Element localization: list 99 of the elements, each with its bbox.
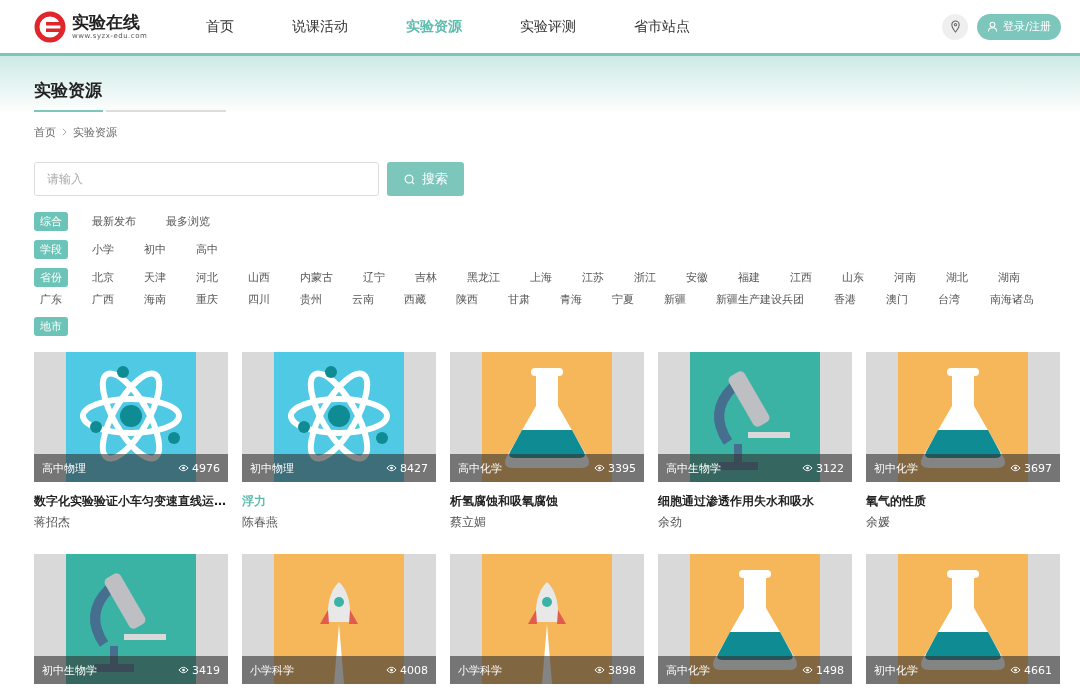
filter-option[interactable]: 福建 [732,269,766,286]
search-field[interactable]: 请输入 [34,162,379,196]
view-count: 3898 [608,663,636,677]
subject-label: 高中生物学 [666,460,721,476]
breadcrumb-link[interactable]: 实验资源 [73,124,117,140]
filter-option[interactable]: 西藏 [398,291,432,308]
nav-link[interactable]: 首页 [206,17,234,36]
nav-link[interactable]: 省市站点 [634,17,690,36]
subject-label: 小学科学 [458,662,502,678]
subject-label: 高中化学 [666,662,710,678]
filter-option[interactable]: 江苏 [576,269,610,286]
eye-icon [802,666,813,674]
subject-label: 初中化学 [874,460,918,476]
eye-icon [1010,666,1021,674]
author-name: 陈春燕 [242,514,279,531]
filter-option[interactable]: 台湾 [932,291,966,308]
filter-option[interactable]: 湖北 [940,269,974,286]
logo-icon [34,10,66,43]
filter-option[interactable]: 海南 [138,291,172,308]
eye-icon [178,464,189,472]
filter-option[interactable]: 安徽 [680,269,714,286]
filter-option[interactable]: 最多浏览 [160,213,216,230]
subject-label: 初中物理 [250,460,294,476]
eye-icon [386,464,397,472]
view-count: 4661 [1024,663,1052,677]
filter-option[interactable]: 山西 [242,269,276,286]
subject-label: 小学科学 [250,662,294,678]
location-button[interactable] [942,13,969,40]
view-count: 3395 [608,461,636,475]
filter-option[interactable]: 重庆 [190,291,224,308]
filter-option[interactable]: 新疆生产建设兵团 [710,291,810,308]
filter-option[interactable]: 广东 [34,291,68,308]
filter-label: 综合 [34,212,68,231]
filter-option[interactable]: 北京 [86,269,120,286]
eye-icon [386,666,397,674]
nav-link[interactable]: 说课活动 [292,17,348,36]
filter-option[interactable]: 湖南 [992,269,1026,286]
eye-icon [802,464,813,472]
card-title[interactable]: 氧气的性质 [866,493,1060,510]
filter-label: 学段 [34,240,68,259]
view-count: 1498 [816,663,844,677]
subject-label: 初中化学 [874,662,918,678]
filter-option[interactable]: 新疆 [658,291,692,308]
site-name: 实验在线 [72,13,141,31]
author-name: 蔡立媚 [450,514,487,531]
subject-label: 初中生物学 [42,662,97,678]
filter-label: 省份 [34,268,68,287]
filter-option[interactable]: 河南 [888,269,922,286]
filter-option[interactable]: 黑龙江 [461,269,506,286]
filter-option[interactable]: 贵州 [294,291,328,308]
filter-option[interactable]: 香港 [828,291,862,308]
filter-option[interactable]: 云南 [346,291,380,308]
filter-option[interactable]: 青海 [554,291,588,308]
page-title: 实验资源 [34,79,103,102]
filter-option[interactable]: 上海 [524,269,558,286]
view-count: 3122 [816,461,844,475]
author-name: 余媛 [866,514,891,531]
search-icon [403,173,415,185]
eye-icon [1010,464,1021,472]
filter-option[interactable]: 吉林 [409,269,443,286]
filter-option[interactable]: 小学 [86,241,120,258]
filter-option[interactable]: 澳门 [880,291,914,308]
chevron-icon [62,128,67,136]
view-count: 3419 [192,663,220,677]
filter-label: 地市 [34,317,68,336]
filter-option[interactable]: 江西 [784,269,818,286]
nav-link[interactable]: 实验评测 [520,17,576,36]
author-name: 蒋招杰 [34,514,71,531]
filter-option[interactable]: 初中 [138,241,172,258]
subject-label: 高中物理 [42,460,86,476]
location-pin-icon [949,20,961,33]
filter-option[interactable]: 广西 [86,291,120,308]
eye-icon [178,666,189,674]
filter-option[interactable]: 高中 [190,241,224,258]
breadcrumb-link[interactable]: 首页 [34,124,56,140]
author-name: 余劲 [658,514,683,531]
filter-option[interactable]: 天津 [138,269,172,286]
user-icon [987,21,999,32]
filter-option[interactable]: 辽宁 [357,269,391,286]
card-title[interactable]: 数字化实验验证小车匀变速直线运… [34,493,228,510]
filter-option[interactable]: 山东 [836,269,870,286]
filter-option[interactable]: 宁夏 [606,291,640,308]
eye-icon [594,666,605,674]
card-title[interactable]: 细胞通过渗透作用失水和吸水 [658,493,852,510]
filter-option[interactable]: 甘肃 [502,291,536,308]
view-count: 4976 [192,461,220,475]
filter-option[interactable]: 浙江 [628,269,662,286]
filter-option[interactable]: 南海诸岛 [984,291,1040,308]
filter-option[interactable]: 四川 [242,291,276,308]
filter-option[interactable]: 内蒙古 [294,269,339,286]
view-count: 8427 [400,461,428,475]
card-title[interactable]: 析氢腐蚀和吸氧腐蚀 [450,493,644,510]
subject-label: 高中化学 [458,460,502,476]
filter-option[interactable]: 河北 [190,269,224,286]
eye-icon [594,464,605,472]
view-count: 4008 [400,663,428,677]
filter-option[interactable]: 陕西 [450,291,484,308]
view-count: 3697 [1024,461,1052,475]
filter-option[interactable]: 最新发布 [86,213,142,230]
